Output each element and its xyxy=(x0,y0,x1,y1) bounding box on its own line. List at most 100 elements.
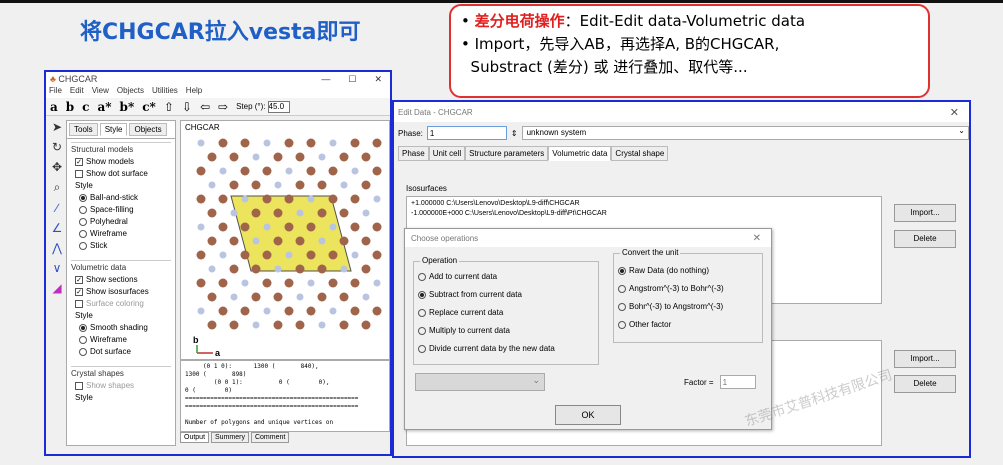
style-ball-and-stick-radio[interactable]: Ball-and-stick xyxy=(71,192,171,204)
atom xyxy=(284,194,294,204)
other-factor-radio[interactable]: Other factor xyxy=(614,316,762,334)
distance-tool-icon[interactable]: ∕ xyxy=(56,201,58,215)
factor-input[interactable] xyxy=(719,375,756,389)
add-operation-radio[interactable]: Add to current data xyxy=(414,268,598,286)
angle-tool-icon[interactable]: ∠ xyxy=(52,221,63,235)
vesta-menubar: File Edit View Objects Utilities Help xyxy=(46,86,390,98)
bohr-to-angstrom-radio[interactable]: Bohr^(-3) to Angstrom^(-3) xyxy=(614,298,762,316)
atom xyxy=(262,194,272,204)
zoom-tool-icon[interactable]: ⌕ xyxy=(54,180,61,195)
multiply-operation-radio[interactable]: Multiply to current data xyxy=(414,322,598,340)
dot-surface-radio[interactable]: Dot surface xyxy=(71,346,171,358)
isosurface-entry[interactable]: -1.000000E+000 C:\Users\Lenovo\Desktop\L… xyxy=(411,209,877,219)
replace-operation-radio[interactable]: Replace current data xyxy=(414,304,598,322)
smooth-shading-radio[interactable]: Smooth shading xyxy=(71,322,171,334)
style-wireframe-radio[interactable]: Wireframe xyxy=(71,228,171,240)
phase-spinner-icon[interactable]: ⇕ xyxy=(511,129,518,138)
atom xyxy=(196,278,206,288)
select-tool-icon[interactable]: ➤ xyxy=(52,120,62,134)
menu-help[interactable]: Help xyxy=(186,86,202,98)
atom xyxy=(262,250,272,260)
rotate-left-icon[interactable]: ⇦ xyxy=(200,100,210,114)
atom xyxy=(285,251,293,259)
edit-data-close-icon[interactable]: ✕ xyxy=(950,106,969,119)
atom xyxy=(318,237,326,245)
step-input[interactable] xyxy=(267,100,290,113)
tab-crystal-shape[interactable]: Crystal shape xyxy=(611,146,669,161)
minimize-button[interactable]: — xyxy=(321,74,330,85)
style-space-filling-radio[interactable]: Space-filling xyxy=(71,204,171,216)
view-c-button[interactable]: c xyxy=(82,100,89,114)
rotate-up-icon[interactable]: ⇧ xyxy=(164,100,174,114)
maximize-button[interactable]: ☐ xyxy=(348,74,356,85)
rotate-right-icon[interactable]: ⇨ xyxy=(218,100,228,114)
show-dot-surface-checkbox[interactable]: Show dot surface xyxy=(71,168,171,180)
atom xyxy=(218,278,228,288)
view-b-button[interactable]: b xyxy=(66,100,74,114)
view-b-star-button[interactable]: b* xyxy=(120,100,135,114)
tab-style[interactable]: Style xyxy=(99,123,128,136)
import-button-2[interactable]: Import... xyxy=(894,350,956,368)
atom xyxy=(251,208,261,218)
atom xyxy=(252,153,260,161)
translate-tool-icon[interactable]: ✥ xyxy=(52,160,62,174)
atom xyxy=(361,264,371,274)
show-shapes-checkbox[interactable]: Show shapes xyxy=(71,380,171,392)
plane-tool-icon[interactable]: ◢ xyxy=(52,281,61,295)
tab-structure-parameters[interactable]: Structure parameters xyxy=(465,146,549,161)
menu-view[interactable]: View xyxy=(92,86,109,98)
delete-button[interactable]: Delete xyxy=(894,230,956,248)
view-c-star-button[interactable]: c* xyxy=(142,100,156,114)
isosurface-entry[interactable]: +1.000000 C:\Users\Lenovo\Desktop\L9-dif… xyxy=(411,199,877,209)
view-a-button[interactable]: a xyxy=(50,100,58,114)
bond-tool-icon[interactable]: ∨ xyxy=(53,261,62,275)
angstrom-to-bohr-radio[interactable]: Angstrom^(-3) to Bohr^(-3) xyxy=(614,280,762,298)
rotate-tool-icon[interactable]: ↻ xyxy=(52,140,62,154)
tab-tools[interactable]: Tools xyxy=(69,123,98,136)
tab-unit-cell[interactable]: Unit cell xyxy=(428,146,466,161)
step-control: Step (°): xyxy=(236,100,290,113)
view-a-star-button[interactable]: a* xyxy=(97,100,111,114)
delete-button-2[interactable]: Delete xyxy=(894,375,956,393)
atom xyxy=(350,306,360,316)
surface-coloring-checkbox[interactable]: Surface coloring xyxy=(71,298,171,310)
menu-edit[interactable]: Edit xyxy=(70,86,84,98)
close-button[interactable]: ✕ xyxy=(374,74,382,85)
ok-button[interactable]: OK xyxy=(555,405,621,425)
show-isosurfaces-checkbox[interactable]: ✓ Show isosurfaces xyxy=(71,286,171,298)
dihedral-tool-icon[interactable]: ⋀ xyxy=(52,241,62,255)
structural-models-group: Structural models ✓ Show models Show dot … xyxy=(71,142,171,252)
isosurface-cell xyxy=(230,195,352,272)
phase-input[interactable] xyxy=(426,126,507,140)
atom xyxy=(351,167,359,175)
choose-operations-close-icon[interactable]: ✕ xyxy=(753,233,771,244)
tab-output[interactable]: Output xyxy=(180,432,210,443)
rotate-down-icon[interactable]: ⇩ xyxy=(182,100,192,114)
atom xyxy=(252,321,260,329)
tab-comment[interactable]: Comment xyxy=(250,432,290,443)
subtract-operation-radio[interactable]: Subtract from current data xyxy=(414,286,598,304)
atom xyxy=(284,306,294,316)
data-select-dropdown[interactable] xyxy=(415,373,545,391)
menu-objects[interactable]: Objects xyxy=(117,86,144,98)
raw-data-radio[interactable]: Raw Data (do nothing) xyxy=(614,262,762,280)
tab-volumetric-data[interactable]: Volumetric data xyxy=(548,146,612,161)
atom xyxy=(196,250,206,260)
show-models-checkbox[interactable]: ✓ Show models xyxy=(71,156,171,168)
structure-viewer[interactable]: CHGCAR b a xyxy=(180,120,390,360)
divide-operation-radio[interactable]: Divide current data by the new data xyxy=(414,340,598,358)
vol-wireframe-radio[interactable]: Wireframe xyxy=(71,334,171,346)
atom xyxy=(339,236,349,246)
style-stick-radio[interactable]: Stick xyxy=(71,240,171,252)
isosurfaces-label: Isosurfaces xyxy=(406,184,447,193)
menu-utilities[interactable]: Utilities xyxy=(152,86,178,98)
show-sections-checkbox[interactable]: ✓ Show sections xyxy=(71,274,171,286)
vesta-style-panel: Tools Style Objects Structural models ✓ S… xyxy=(66,120,176,446)
tab-summery[interactable]: Summery xyxy=(211,432,249,443)
system-select[interactable]: unknown system xyxy=(521,125,969,140)
style-polyhedral-radio[interactable]: Polyhedral xyxy=(71,216,171,228)
tab-objects[interactable]: Objects xyxy=(129,123,167,136)
menu-file[interactable]: File xyxy=(49,86,62,98)
tab-phase[interactable]: Phase xyxy=(398,146,429,161)
import-button[interactable]: Import... xyxy=(894,204,956,222)
